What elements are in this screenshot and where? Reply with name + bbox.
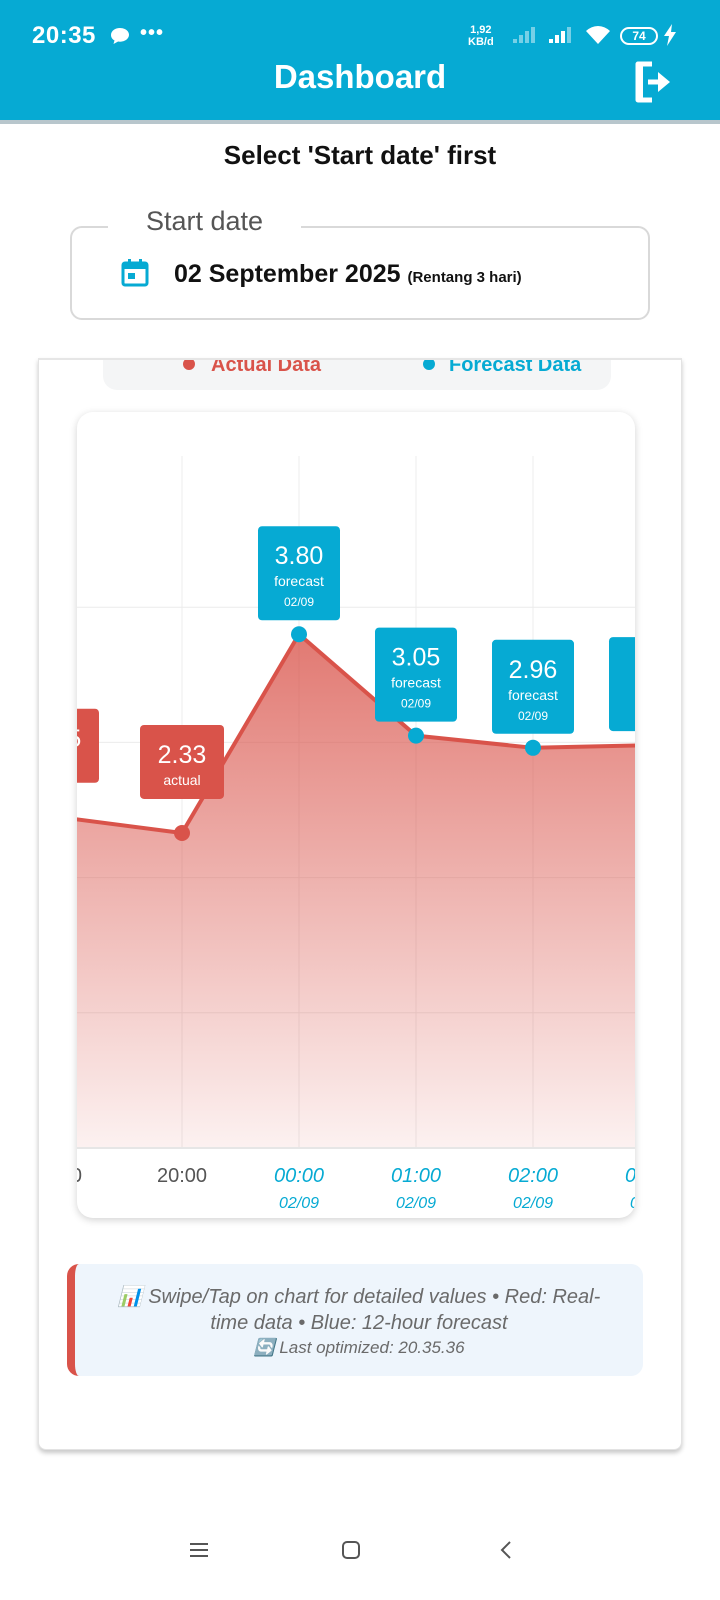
forecast-data-point xyxy=(291,626,307,643)
tooltip-value: 2.45 xyxy=(77,725,81,753)
x-tick-date: 02/09 xyxy=(513,1195,553,1212)
status-more-dots: ••• xyxy=(140,22,165,44)
tooltip-date: 02/09 xyxy=(284,595,314,609)
signal-icon xyxy=(549,27,571,43)
x-tick-date: 02/09 xyxy=(279,1195,319,1212)
tooltip-kind: forecast xyxy=(391,675,441,691)
home-icon[interactable] xyxy=(340,1540,362,1560)
tooltip-kind: actual xyxy=(163,772,200,788)
tooltip-kind: forecast xyxy=(508,687,558,703)
actual-data-point xyxy=(174,824,190,841)
forecast-data-point xyxy=(525,739,541,756)
x-tick-label: 02:00 xyxy=(508,1165,558,1187)
x-tick-label: 19:00 xyxy=(77,1165,82,1187)
tooltip-value: 3.80 xyxy=(275,542,324,570)
date-range-text: (Rentang 3 hari) xyxy=(407,269,522,286)
system-nav-bar xyxy=(0,1500,720,1600)
net-speed-value: 1,92 xyxy=(470,24,492,36)
legend-actual-label: Actual Data xyxy=(211,358,322,376)
legend-forecast-swatch xyxy=(371,358,407,360)
tooltip-kind: forecast xyxy=(274,573,324,589)
battery-icon: 74 xyxy=(620,27,658,45)
date-text: 02 September 2025 xyxy=(174,260,401,288)
charging-bolt-icon xyxy=(664,24,676,46)
info-note: 📊 Swipe/Tap on chart for detailed values… xyxy=(67,1264,643,1376)
note-last-optimized: 🔄 Last optimized: 20.35.36 xyxy=(253,1338,465,1357)
chat-bubble-icon xyxy=(111,28,129,44)
legend-actual-dot xyxy=(183,360,195,370)
start-date-field[interactable]: Start date 02 September 2025 (Rentang 3 … xyxy=(70,206,650,320)
x-tick-label: 00:00 xyxy=(274,1165,324,1187)
chart-legend: Actual Data Forecast Data xyxy=(103,358,611,390)
legend-actual-swatch xyxy=(131,358,167,360)
chart-panel[interactable]: Actual Data Forecast Data 2.45 actual 2.33… xyxy=(38,358,682,1450)
start-date-label: Start date xyxy=(108,206,302,237)
forecast-data-point xyxy=(408,727,424,744)
tooltip-date: 02/09 xyxy=(401,697,431,711)
net-speed-unit: KB/d xyxy=(468,36,494,48)
tooltip-date: 02/09 xyxy=(518,709,548,723)
tooltip-value: 2.96 xyxy=(509,656,558,684)
x-tick-label: 20:00 xyxy=(157,1165,207,1187)
app-bar: 20:35 ••• 1,92 KB/d 74 Dashboard xyxy=(0,0,720,124)
logout-icon[interactable] xyxy=(632,60,674,104)
x-tick-label: 03:00 xyxy=(625,1165,635,1187)
back-icon[interactable] xyxy=(496,1540,518,1560)
legend-forecast-dot xyxy=(423,360,435,370)
area-chart[interactable]: 2.45actual2.33actual3.80forecast02/093.0… xyxy=(77,412,635,1218)
wifi-icon xyxy=(586,26,610,44)
tooltip-box xyxy=(609,637,635,732)
x-tick-date: 02/09 xyxy=(630,1195,635,1212)
x-tick-date: 02/09 xyxy=(396,1195,436,1212)
instruction-text: Select 'Start date' first xyxy=(223,140,497,170)
status-time: 20:35 xyxy=(32,22,96,49)
chart-card[interactable]: 2.45actual2.33actual3.80forecast02/093.0… xyxy=(77,412,635,1218)
page-title: Dashboard xyxy=(273,58,447,95)
tooltip-value: 2.33 xyxy=(158,741,207,769)
battery-level: 74 xyxy=(632,29,646,43)
calendar-icon xyxy=(121,259,149,287)
x-tick-label: 01:00 xyxy=(391,1165,441,1187)
start-date-value: 02 September 2025 (Rentang 3 hari) xyxy=(174,260,522,289)
tooltip-value: 3.05 xyxy=(392,644,441,672)
menu-icon[interactable] xyxy=(188,1540,210,1560)
net-speed: 1,92 KB/d xyxy=(468,24,494,48)
legend-forecast-label: Forecast Data xyxy=(449,358,582,376)
signal-icon xyxy=(513,27,535,43)
note-instructions: 📊 Swipe/Tap on chart for detailed values… xyxy=(117,1286,601,1334)
